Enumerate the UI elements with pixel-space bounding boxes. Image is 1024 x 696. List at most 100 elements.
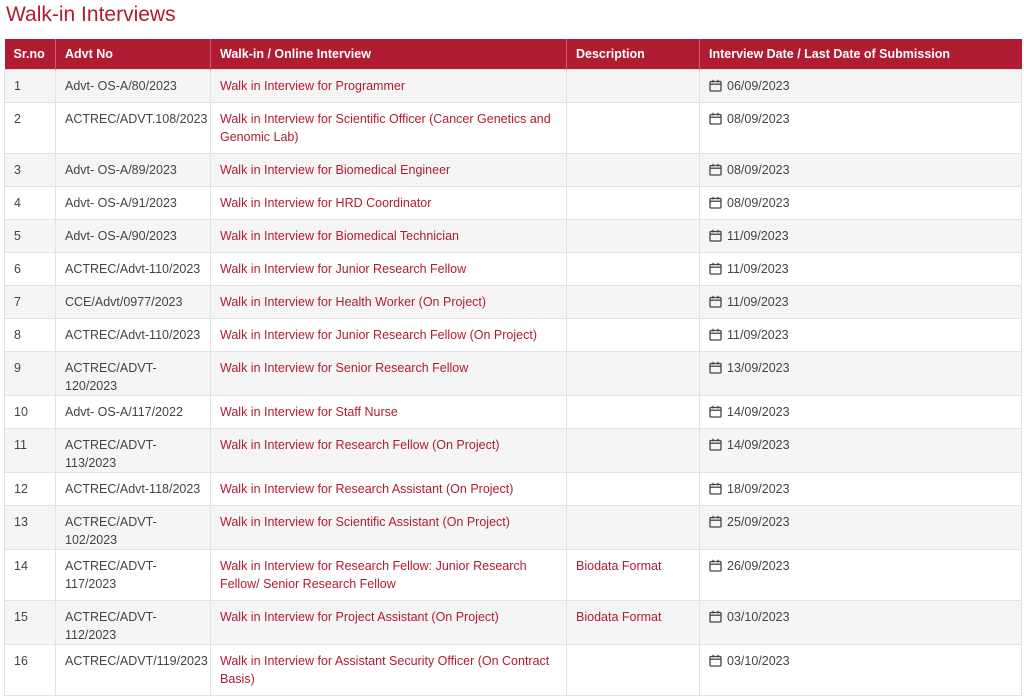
date-text: 14/09/2023	[727, 438, 790, 452]
interview-link[interactable]: Walk in Interview for Junior Research Fe…	[220, 328, 537, 342]
calendar-icon	[709, 229, 722, 242]
cell-description	[566, 252, 700, 286]
column-header-srno: Sr.no	[4, 39, 56, 70]
calendar-icon	[709, 438, 722, 451]
date-text: 11/09/2023	[727, 295, 789, 309]
cell-srno: 12	[4, 472, 56, 506]
cell-advt: ACTREC/ADVT/119/2023	[55, 644, 211, 696]
page: Walk-in Interviews Sr.no Advt No Walk-in…	[0, 0, 1024, 696]
cell-description	[566, 428, 700, 473]
cell-description	[566, 644, 700, 696]
table-row: 15 ACTREC/ADVT-112/2023 Walk in Intervie…	[4, 600, 1022, 645]
table-row: 13 ACTREC/ADVT-102/2023 Walk in Intervie…	[4, 505, 1022, 550]
cell-srno: 4	[4, 186, 56, 220]
date-text: 08/09/2023	[727, 112, 790, 126]
cell-date: 14/09/2023	[699, 395, 1022, 429]
interview-link[interactable]: Walk in Interview for Project Assistant …	[220, 610, 499, 624]
interview-link[interactable]: Walk in Interview for Biomedical Enginee…	[220, 163, 450, 177]
cell-advt: ACTREC/Advt-110/2023	[55, 318, 211, 352]
interview-link[interactable]: Walk in Interview for Assistant Security…	[220, 654, 549, 686]
cell-advt: Advt- OS-A/90/2023	[55, 219, 211, 253]
cell-advt: CCE/Advt/0977/2023	[55, 285, 211, 319]
cell-date: 13/09/2023	[699, 351, 1022, 396]
interview-link[interactable]: Walk in Interview for Scientific Assista…	[220, 515, 510, 529]
cell-advt: ACTREC/Advt-110/2023	[55, 252, 211, 286]
cell-walkin: Walk in Interview for Scientific Officer…	[210, 102, 567, 154]
cell-description	[566, 102, 700, 154]
cell-advt: ACTREC/ADVT-113/2023	[55, 428, 211, 473]
cell-date: 03/10/2023	[699, 600, 1022, 645]
cell-walkin: Walk in Interview for Research Assistant…	[210, 472, 567, 506]
cell-advt: Advt- OS-A/80/2023	[55, 69, 211, 103]
cell-advt: ACTREC/ADVT-102/2023	[55, 505, 211, 550]
cell-srno: 5	[4, 219, 56, 253]
interview-link[interactable]: Walk in Interview for HRD Coordinator	[220, 196, 431, 210]
cell-description	[566, 69, 700, 103]
calendar-icon	[709, 328, 722, 341]
table-row: 11 ACTREC/ADVT-113/2023 Walk in Intervie…	[4, 428, 1022, 473]
page-title: Walk-in Interviews	[6, 3, 176, 26]
calendar-icon	[709, 196, 722, 209]
interviews-table: Sr.no Advt No Walk-in / Online Interview…	[4, 39, 1022, 696]
cell-srno: 7	[4, 285, 56, 319]
interview-link[interactable]: Walk in Interview for Research Assistant…	[220, 482, 513, 496]
date-text: 26/09/2023	[727, 559, 790, 573]
cell-walkin: Walk in Interview for Senior Research Fe…	[210, 351, 567, 396]
cell-srno: 6	[4, 252, 56, 286]
cell-date: 11/09/2023	[699, 252, 1022, 286]
date-text: 11/09/2023	[727, 262, 789, 276]
interview-link[interactable]: Walk in Interview for Senior Research Fe…	[220, 361, 468, 375]
cell-srno: 14	[4, 549, 56, 601]
column-header-date: Interview Date / Last Date of Submission	[699, 39, 1022, 70]
cell-srno: 2	[4, 102, 56, 154]
cell-description	[566, 472, 700, 506]
interview-link[interactable]: Walk in Interview for Biomedical Technic…	[220, 229, 459, 243]
interview-link[interactable]: Walk in Interview for Programmer	[220, 79, 405, 93]
cell-description: Biodata Format	[566, 549, 700, 601]
table-row: 9 ACTREC/ADVT-120/2023 Walk in Interview…	[4, 351, 1022, 396]
cell-srno: 16	[4, 644, 56, 696]
cell-walkin: Walk in Interview for Programmer	[210, 69, 567, 103]
cell-walkin: Walk in Interview for Staff Nurse	[210, 395, 567, 429]
table-row: 1 Advt- OS-A/80/2023 Walk in Interview f…	[4, 69, 1022, 103]
description-link[interactable]: Biodata Format	[576, 610, 661, 624]
table-row: 10 Advt- OS-A/117/2022 Walk in Interview…	[4, 395, 1022, 429]
date-text: 11/09/2023	[727, 229, 789, 243]
interview-link[interactable]: Walk in Interview for Junior Research Fe…	[220, 262, 466, 276]
table-row: 8 ACTREC/Advt-110/2023 Walk in Interview…	[4, 318, 1022, 352]
cell-date: 08/09/2023	[699, 153, 1022, 187]
cell-description	[566, 285, 700, 319]
cell-walkin: Walk in Interview for Scientific Assista…	[210, 505, 567, 550]
table-row: 16 ACTREC/ADVT/119/2023 Walk in Intervie…	[4, 644, 1022, 696]
description-link[interactable]: Biodata Format	[576, 559, 661, 573]
table-row: 4 Advt- OS-A/91/2023 Walk in Interview f…	[4, 186, 1022, 220]
cell-date: 18/09/2023	[699, 472, 1022, 506]
cell-walkin: Walk in Interview for Research Fellow (O…	[210, 428, 567, 473]
interview-link[interactable]: Walk in Interview for Research Fellow (O…	[220, 438, 499, 452]
cell-walkin: Walk in Interview for Health Worker (On …	[210, 285, 567, 319]
table-row: 5 Advt- OS-A/90/2023 Walk in Interview f…	[4, 219, 1022, 253]
interview-link[interactable]: Walk in Interview for Health Worker (On …	[220, 295, 486, 309]
interview-link[interactable]: Walk in Interview for Staff Nurse	[220, 405, 398, 419]
column-header-walkin: Walk-in / Online Interview	[210, 39, 567, 70]
date-text: 14/09/2023	[727, 405, 790, 419]
cell-advt: Advt- OS-A/117/2022	[55, 395, 211, 429]
cell-srno: 1	[4, 69, 56, 103]
calendar-icon	[709, 163, 722, 176]
cell-date: 11/09/2023	[699, 285, 1022, 319]
cell-srno: 13	[4, 505, 56, 550]
cell-srno: 10	[4, 395, 56, 429]
table-row: 14 ACTREC/ADVT-117/2023 Walk in Intervie…	[4, 549, 1022, 601]
cell-description	[566, 395, 700, 429]
cell-description	[566, 351, 700, 396]
cell-advt: ACTREC/ADVT.108/2023	[55, 102, 211, 154]
cell-description: Biodata Format	[566, 600, 700, 645]
date-text: 03/10/2023	[727, 610, 790, 624]
interview-link[interactable]: Walk in Interview for Research Fellow: J…	[220, 559, 527, 591]
calendar-icon	[709, 610, 722, 623]
cell-walkin: Walk in Interview for Biomedical Enginee…	[210, 153, 567, 187]
calendar-icon	[709, 112, 722, 125]
calendar-icon	[709, 515, 722, 528]
interview-link[interactable]: Walk in Interview for Scientific Officer…	[220, 112, 551, 144]
calendar-icon	[709, 559, 722, 572]
